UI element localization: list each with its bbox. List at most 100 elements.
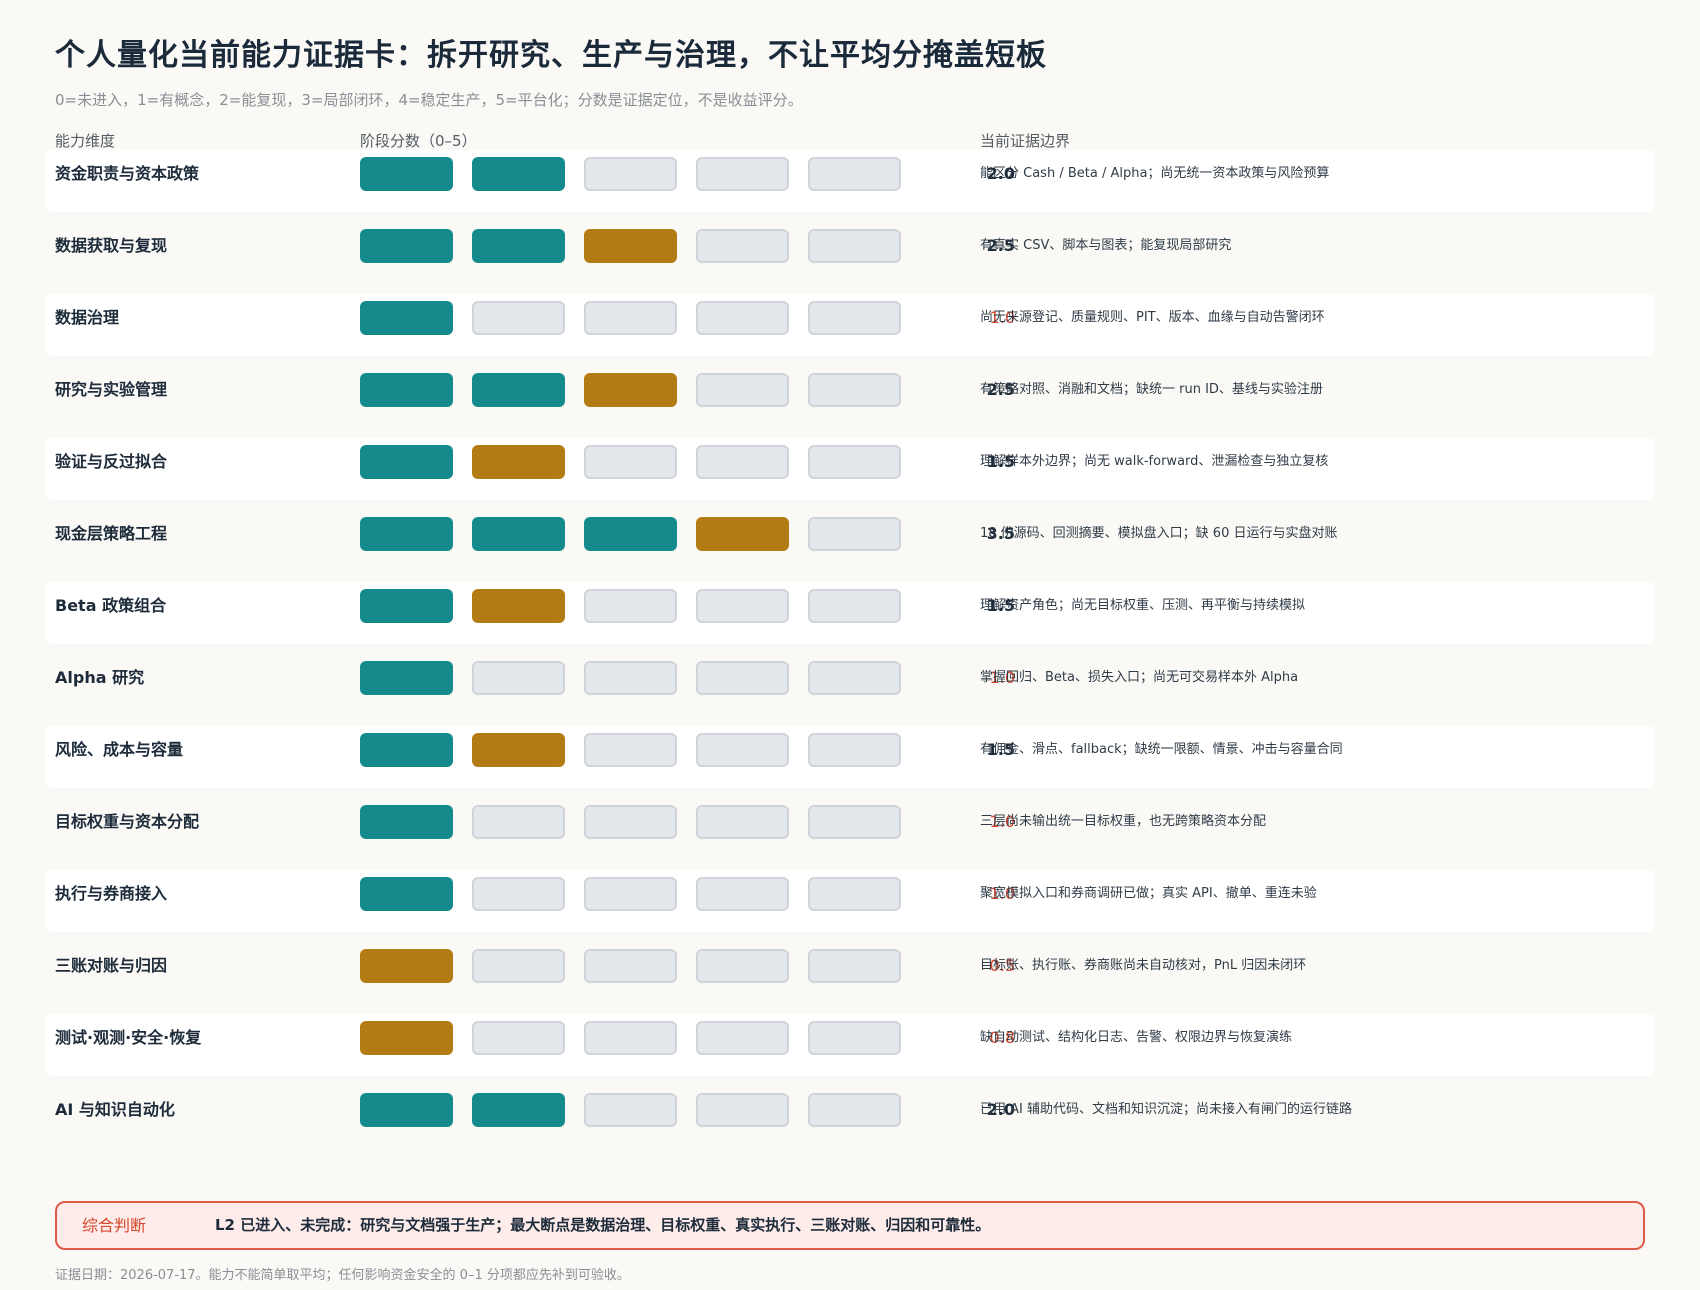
header-stage: 阶段分数（0–5） — [360, 132, 477, 150]
evidence-note: 掌握回归、Beta、损失入口；尚无可交易样本外 Alpha — [980, 670, 1299, 685]
evidence-note: 理解资产角色；尚无目标权重、压测、再平衡与持续模拟 — [980, 598, 1306, 613]
stage-segment-1-full — [360, 517, 453, 551]
stage-segment-3-empty — [584, 157, 677, 191]
stage-segment-2-empty — [472, 301, 565, 335]
stage-segment-4-empty — [696, 445, 789, 479]
capability-row: 三账对账与归因 0.5 目标账、执行账、券商账尚未自动核对，PnL 归因未闭环 — [45, 942, 1655, 1004]
evidence-note: 理解样本外边界；尚无 walk-forward、泄漏检查与独立复核 — [980, 454, 1329, 469]
stage-segment-2-full — [472, 373, 565, 407]
evidence-note: 有佣金、滑点、fallback；缺统一限额、情景、冲击与容量合同 — [980, 742, 1343, 757]
capability-row: 数据获取与复现 2.5 有真实 CSV、脚本与图表；能复现局部研究 — [45, 222, 1655, 284]
stage-segment-4-empty — [696, 733, 789, 767]
stage-segment-2-empty — [472, 805, 565, 839]
stage-segment-3-empty — [584, 733, 677, 767]
stage-segment-2-partial — [472, 445, 565, 479]
stage-segment-3-empty — [584, 445, 677, 479]
stage-segment-4-empty — [696, 373, 789, 407]
capability-row: Alpha 研究 1.0 掌握回归、Beta、损失入口；尚无可交易样本外 Alpha — [45, 654, 1655, 716]
stage-segment-1-full — [360, 805, 453, 839]
capability-row: 验证与反过拟合 1.5 理解样本外边界；尚无 walk-forward、泄漏检查与独… — [45, 438, 1655, 500]
dimension-label: 三账对账与归因 — [55, 956, 168, 975]
evidence-note: 三层尚未输出统一目标权重，也无跨策略资本分配 — [980, 814, 1267, 829]
stage-segment-3-empty — [584, 661, 677, 695]
stage-segment-2-empty — [472, 877, 565, 911]
dimension-label: 测试·观测·安全·恢复 — [55, 1028, 202, 1047]
stage-segment-5-empty — [808, 805, 901, 839]
stage-segment-3-empty — [584, 949, 677, 983]
capability-row: 测试·观测·安全·恢复 0.8 缺自动测试、结构化日志、告警、权限边界与恢复演练 — [45, 1014, 1655, 1076]
stage-segment-1-full — [360, 445, 453, 479]
stage-segment-1-full — [360, 661, 453, 695]
stage-segment-3-empty — [584, 589, 677, 623]
evidence-note: 聚宽模拟入口和券商调研已做；真实 API、撤单、重连未验 — [980, 886, 1317, 901]
evidence-note: 已用 AI 辅助代码、文档和知识沉淀；尚未接入有闸门的运行链路 — [980, 1102, 1352, 1117]
stage-segment-1-full — [360, 877, 453, 911]
dimension-label: 风险、成本与容量 — [55, 740, 184, 759]
stage-segment-5-empty — [808, 517, 901, 551]
evidence-note: 目标账、执行账、券商账尚未自动核对，PnL 归因未闭环 — [980, 958, 1307, 973]
capability-row: 研究与实验管理 2.5 有策略对照、消融和文档；缺统一 run ID、基线与实验注册 — [45, 366, 1655, 428]
stage-segment-5-empty — [808, 877, 901, 911]
evidence-note: 能区分 Cash / Beta / Alpha；尚无统一资本政策与风险预算 — [980, 166, 1330, 181]
stage-segment-4-empty — [696, 805, 789, 839]
capability-row: 目标权重与资本分配 1.0 三层尚未输出统一目标权重，也无跨策略资本分配 — [45, 798, 1655, 860]
stage-segment-2-full — [472, 229, 565, 263]
stage-segment-3-partial — [584, 373, 677, 407]
page-title: 个人量化当前能力证据卡：拆开研究、生产与治理，不让平均分掩盖短板 — [55, 38, 1047, 73]
stage-segment-4-empty — [696, 589, 789, 623]
stage-segment-3-empty — [584, 877, 677, 911]
stage-segment-1-full — [360, 157, 453, 191]
evidence-note: 有真实 CSV、脚本与图表；能复现局部研究 — [980, 238, 1232, 253]
dimension-label: 目标权重与资本分配 — [55, 812, 200, 831]
summary-box: 综合判断 L2 已进入、未完成：研究与文档强于生产；最大断点是数据治理、目标权重… — [55, 1201, 1645, 1250]
capability-row: Beta 政策组合 1.5 理解资产角色；尚无目标权重、压测、再平衡与持续模拟 — [45, 582, 1655, 644]
stage-segment-1-full — [360, 229, 453, 263]
stage-segment-2-empty — [472, 949, 565, 983]
stage-segment-3-full — [584, 517, 677, 551]
stage-segment-4-empty — [696, 157, 789, 191]
stage-segment-4-empty — [696, 661, 789, 695]
stage-segment-2-empty — [472, 661, 565, 695]
stage-segment-3-partial — [584, 229, 677, 263]
footer-note: 证据日期：2026-07-17。能力不能简单取平均；任何影响资金安全的 0–1 … — [55, 1268, 630, 1283]
evidence-note: 18 份源码、回测摘要、模拟盘入口；缺 60 日运行与实盘对账 — [980, 526, 1338, 541]
capability-row: 资金职责与资本政策 2.0 能区分 Cash / Beta / Alpha；尚无统一… — [45, 150, 1655, 212]
stage-segment-3-empty — [584, 1021, 677, 1055]
capability-row: 执行与券商接入 1.0 聚宽模拟入口和券商调研已做；真实 API、撤单、重连未验 — [45, 870, 1655, 932]
stage-segment-1-partial — [360, 949, 453, 983]
dimension-label: 验证与反过拟合 — [55, 452, 168, 471]
stage-segment-5-empty — [808, 589, 901, 623]
stage-segment-3-empty — [584, 805, 677, 839]
dimension-label: Beta 政策组合 — [55, 596, 167, 615]
capability-row: 风险、成本与容量 1.5 有佣金、滑点、fallback；缺统一限额、情景、冲击与容… — [45, 726, 1655, 788]
stage-segment-3-empty — [584, 1093, 677, 1127]
page-subtitle: 0=未进入，1=有概念，2=能复现，3=局部闭环，4=稳定生产，5=平台化；分数… — [55, 91, 803, 109]
summary-text: L2 已进入、未完成：研究与文档强于生产；最大断点是数据治理、目标权重、真实执行… — [215, 1216, 991, 1234]
dimension-label: 资金职责与资本政策 — [55, 164, 200, 183]
dimension-label: 执行与券商接入 — [55, 884, 168, 903]
stage-segment-1-full — [360, 589, 453, 623]
stage-segment-2-full — [472, 517, 565, 551]
stage-segment-2-empty — [472, 1021, 565, 1055]
header-evidence: 当前证据边界 — [980, 132, 1071, 150]
stage-segment-5-empty — [808, 949, 901, 983]
stage-segment-2-full — [472, 1093, 565, 1127]
stage-segment-4-empty — [696, 229, 789, 263]
stage-segment-1-partial — [360, 1021, 453, 1055]
capability-row: 现金层策略工程 3.5 18 份源码、回测摘要、模拟盘入口；缺 60 日运行与实盘对… — [45, 510, 1655, 572]
dimension-label: Alpha 研究 — [55, 668, 145, 687]
stage-segment-2-partial — [472, 589, 565, 623]
dimension-label: 现金层策略工程 — [55, 524, 168, 543]
capability-row: AI 与知识自动化 2.0 已用 AI 辅助代码、文档和知识沉淀；尚未接入有闸门的运… — [45, 1086, 1655, 1148]
dimension-label: 数据获取与复现 — [55, 236, 168, 255]
header-dimension: 能力维度 — [55, 132, 116, 150]
stage-segment-1-full — [360, 1093, 453, 1127]
stage-segment-2-full — [472, 157, 565, 191]
stage-segment-1-full — [360, 301, 453, 335]
stage-segment-4-empty — [696, 877, 789, 911]
stage-segment-4-empty — [696, 301, 789, 335]
stage-segment-5-empty — [808, 1093, 901, 1127]
evidence-note: 有策略对照、消融和文档；缺统一 run ID、基线与实验注册 — [980, 382, 1323, 397]
dimension-label: 数据治理 — [55, 308, 120, 327]
stage-segment-1-full — [360, 373, 453, 407]
